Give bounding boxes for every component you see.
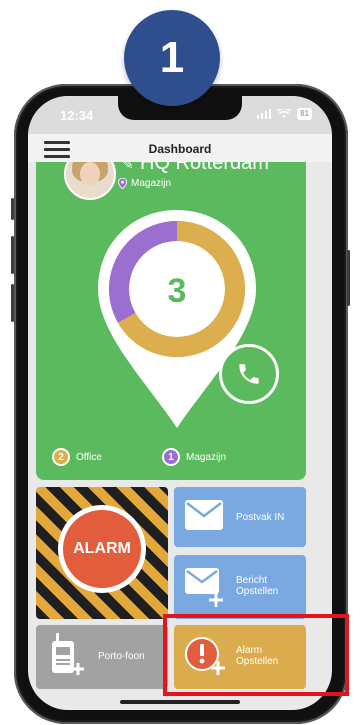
wifi-icon — [277, 109, 292, 118]
porto-foon-label: Porto-foon — [98, 651, 145, 662]
postvak-in-tile[interactable]: Postvak IN — [174, 487, 306, 547]
battery-icon: 81 — [297, 108, 312, 120]
legend-magazijn[interactable]: 1 Magazijn — [162, 448, 226, 466]
bericht-opstellen-tile[interactable]: Bericht Opstellen — [174, 555, 306, 619]
app-header: Dashboard — [28, 134, 332, 162]
call-button[interactable] — [219, 344, 279, 404]
alarm-tile[interactable]: ALARM — [36, 487, 168, 619]
sub-location-label: Magazijn — [131, 178, 172, 189]
edit-pencil-icon[interactable]: ✎ — [122, 162, 134, 173]
status-time: 12:34 — [60, 108, 94, 123]
sub-location[interactable]: Magazijn — [118, 178, 171, 189]
legend-office[interactable]: 2 Office — [52, 448, 102, 466]
highlight-box — [163, 614, 349, 696]
porto-foon-tile[interactable]: Porto-foon — [36, 625, 168, 689]
compose-message-icon — [185, 568, 223, 607]
location-name: HQ Rotterdam — [140, 162, 269, 174]
bericht-line1: Bericht — [236, 575, 268, 586]
status-icons: 81 — [257, 108, 312, 120]
legend-office-label: Office — [76, 451, 102, 463]
home-indicator[interactable] — [120, 700, 240, 704]
step-badge: 1 — [124, 10, 220, 106]
envelope-icon — [185, 500, 223, 530]
phone-power-button — [347, 250, 350, 306]
phone-volume-down — [11, 284, 14, 322]
signal-icon — [257, 109, 272, 119]
legend-magazijn-label: Magazijn — [186, 451, 227, 463]
donut-center-value: 3 — [168, 272, 187, 310]
postvak-in-label: Postvak IN — [236, 512, 285, 523]
walkie-talkie-icon — [52, 633, 84, 675]
legend-magazijn-count: 1 — [162, 448, 180, 466]
legend-office-count: 2 — [52, 448, 70, 466]
phone-side-button — [11, 198, 14, 220]
page-title: Dashboard — [148, 142, 212, 156]
bericht-line2: Opstellen — [236, 586, 279, 597]
bericht-opstellen-label: Bericht Opstellen — [236, 575, 278, 597]
phone-icon — [239, 364, 259, 384]
phone-volume-up — [11, 236, 14, 274]
avatar[interactable] — [64, 162, 116, 200]
location-pin-icon — [118, 178, 127, 189]
location-panel: ✎ HQ Rotterdam Magazijn 3 2 Office 1 Mag… — [36, 162, 306, 480]
alarm-button[interactable]: ALARM — [58, 505, 146, 593]
